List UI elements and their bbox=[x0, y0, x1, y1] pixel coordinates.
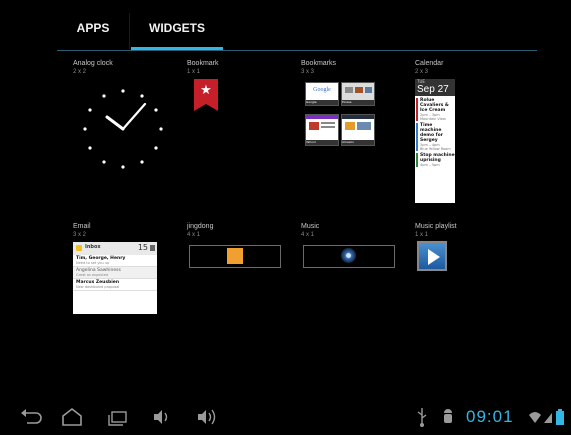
play-icon bbox=[417, 241, 447, 271]
email-snippet: Great as expected bbox=[76, 273, 109, 277]
email-folder: Inbox bbox=[85, 244, 101, 250]
widget-size: 2 x 2 bbox=[73, 69, 87, 75]
widget-name: Music playlist bbox=[415, 223, 457, 230]
signal-status bbox=[543, 409, 553, 425]
email-snippet: Need to set you up bbox=[76, 261, 110, 265]
email-snippet: New dashboard proposal bbox=[76, 285, 120, 289]
calendar-preview: TUE Sep 27 Rolue Cavaliers & Ice Cream 2… bbox=[415, 79, 455, 203]
widget-name: Bookmark bbox=[187, 60, 219, 67]
clock-icon bbox=[83, 89, 163, 169]
email-preview: Inbox 15 Tim, George, Henry Need to set … bbox=[73, 242, 157, 314]
music-disc-icon bbox=[341, 248, 356, 263]
calendar-event: Rolue Cavaliers & Ice Cream 2pm – 3pm Mo… bbox=[415, 98, 455, 121]
widget-name: Music bbox=[301, 223, 320, 230]
usb-status bbox=[414, 403, 430, 431]
widget-email[interactable]: Email 3 x 2 Inbox 15 Tim, George, Henry … bbox=[73, 222, 173, 322]
widget-calendar[interactable]: Calendar 2 x 3 TUE Sep 27 Rolue Cavalier… bbox=[415, 59, 475, 209]
email-count: 15 bbox=[137, 243, 148, 252]
widget-size: 1 x 1 bbox=[415, 232, 429, 238]
bookmark-thumbnail: Yahoo! bbox=[305, 114, 339, 146]
widget-name: jingdong bbox=[187, 223, 214, 230]
screen: APPS WIDGETS Analog clock 2 x 2 Bookmark… bbox=[7, 5, 567, 430]
volume-up-icon bbox=[198, 409, 216, 425]
usb-icon bbox=[417, 408, 427, 427]
widget-name: Bookmarks bbox=[301, 60, 337, 67]
event-title: Time machine bbox=[420, 123, 442, 133]
widget-name: Calendar bbox=[415, 60, 444, 67]
back-icon bbox=[21, 409, 42, 424]
widget-name: Email bbox=[73, 223, 91, 230]
music-preview bbox=[303, 245, 395, 268]
bookmark-thumbnail: Amazon bbox=[341, 114, 375, 146]
event-color-bar bbox=[416, 123, 418, 151]
widget-size: 3 x 3 bbox=[301, 69, 315, 75]
widget-jingdong[interactable]: jingdong 4 x 1 bbox=[187, 222, 287, 282]
star-icon: ★ bbox=[200, 83, 212, 98]
back-button[interactable] bbox=[18, 403, 44, 431]
widget-bookmarks[interactable]: Bookmarks 3 x 3 Google Google Picasa Yah… bbox=[301, 59, 411, 159]
email-header: Inbox 15 bbox=[73, 242, 157, 255]
volume-up-button[interactable] bbox=[194, 403, 220, 431]
wifi-status bbox=[528, 409, 542, 425]
calendar-date: Sep 27 bbox=[417, 84, 449, 95]
email-item: Marcus Zeusbien New dashboard proposal bbox=[73, 279, 157, 291]
thumbnail-label: Yahoo! bbox=[306, 140, 338, 145]
event-title-cont: demo for Sergey bbox=[420, 133, 443, 143]
analog-clock-preview bbox=[73, 79, 173, 179]
mail-icon bbox=[76, 245, 82, 251]
volume-down-button[interactable] bbox=[150, 403, 172, 431]
email-item: Tim, George, Henry Need to set you up bbox=[73, 255, 157, 267]
calendar-event: Stop machine uprising 4pm – 5pm bbox=[415, 153, 455, 167]
widget-size: 4 x 1 bbox=[187, 232, 201, 238]
event-location: Mountain View bbox=[420, 117, 446, 121]
wifi-icon bbox=[529, 412, 541, 423]
thumbnail-label: Amazon bbox=[342, 140, 374, 145]
battery-status bbox=[555, 408, 565, 426]
tab-apps[interactable]: APPS bbox=[57, 13, 129, 49]
widget-bookmark[interactable]: Bookmark 1 x 1 ★ bbox=[187, 59, 287, 139]
recent-apps-icon bbox=[108, 411, 127, 426]
thumbnail-label: Picasa bbox=[342, 100, 374, 105]
bookmark-thumbnail: Google Google bbox=[305, 82, 339, 106]
calendar-event: Time machine demo for Sergey 3pm – 4pm B… bbox=[415, 123, 455, 151]
clock-time[interactable]: 09:01 bbox=[466, 407, 514, 427]
widget-size: 2 x 3 bbox=[415, 69, 429, 75]
event-color-bar bbox=[416, 153, 418, 167]
home-icon bbox=[62, 407, 82, 426]
tab-divider bbox=[129, 13, 130, 49]
event-title: Rolue Cavaliers & bbox=[420, 98, 449, 108]
widget-music[interactable]: Music 4 x 1 bbox=[301, 222, 401, 282]
volume-down-icon bbox=[154, 410, 168, 424]
widget-name: Analog clock bbox=[73, 60, 113, 67]
debug-status bbox=[440, 403, 456, 431]
widget-music-playlist[interactable]: Music playlist 1 x 1 bbox=[415, 222, 495, 282]
tab-bar: APPS WIDGETS bbox=[57, 13, 537, 53]
widget-size: 4 x 1 bbox=[301, 232, 315, 238]
tab-widgets[interactable]: WIDGETS bbox=[131, 13, 223, 49]
widget-size: 1 x 1 bbox=[187, 69, 201, 75]
jingdong-preview bbox=[189, 245, 281, 268]
android-debug-icon bbox=[444, 409, 452, 423]
signal-icon bbox=[544, 413, 552, 423]
event-location: Blue Yellow Room bbox=[420, 147, 451, 151]
widget-analog-clock[interactable]: Analog clock 2 x 2 bbox=[73, 59, 173, 194]
jingdong-app-icon bbox=[227, 248, 243, 264]
event-time: 4pm – 5pm bbox=[420, 163, 440, 167]
widget-size: 3 x 2 bbox=[73, 232, 87, 238]
bookmark-thumbnail: Picasa bbox=[341, 82, 375, 106]
recent-apps-button[interactable] bbox=[104, 403, 130, 431]
home-button[interactable] bbox=[59, 403, 85, 431]
tab-bar-divider bbox=[57, 50, 537, 51]
email-item: Angelina Sawhiness Great as expected bbox=[73, 267, 157, 279]
thumbnail-label: Google bbox=[306, 100, 338, 105]
compose-icon bbox=[150, 245, 155, 251]
battery-icon bbox=[556, 409, 564, 425]
event-color-bar bbox=[416, 98, 418, 121]
